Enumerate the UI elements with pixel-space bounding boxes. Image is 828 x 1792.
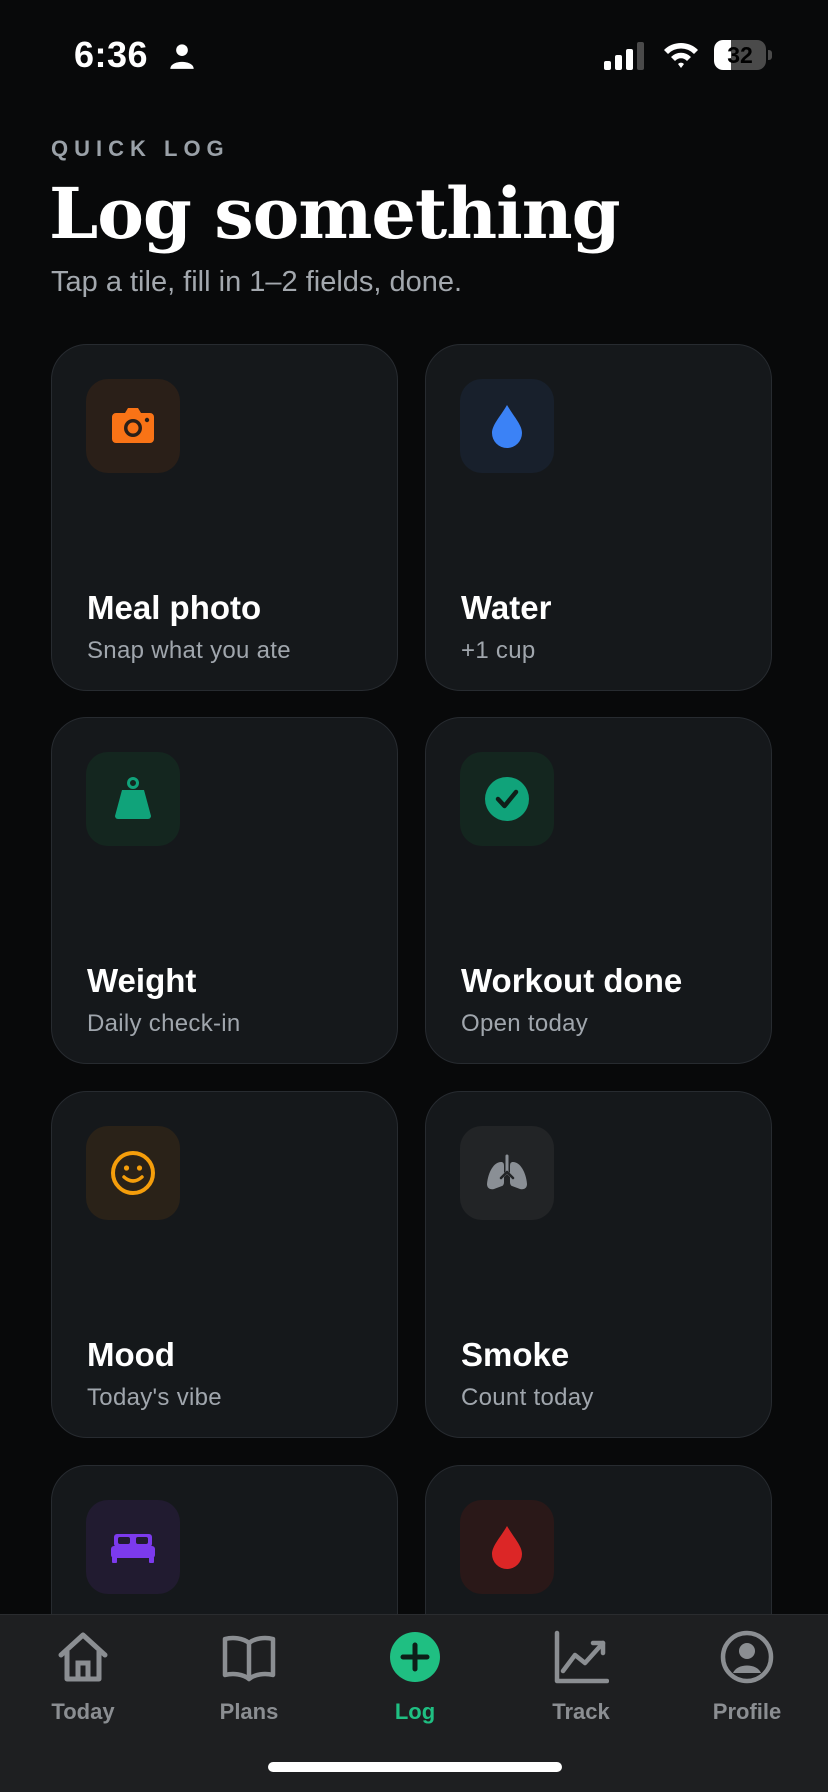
tab-label: Track <box>552 1699 610 1724</box>
tile-water[interactable]: Water +1 cup <box>425 344 772 691</box>
tab-log[interactable]: Log <box>332 1615 498 1735</box>
person-icon <box>170 44 194 69</box>
tile-icon-container <box>460 1126 554 1220</box>
tile-smoke[interactable]: Smoke Count today <box>425 1091 772 1438</box>
check-circle-icon <box>485 777 529 821</box>
water-drop-icon <box>492 405 522 448</box>
profile-icon <box>720 1630 774 1684</box>
cellular-signal-icon <box>604 42 644 70</box>
tab-plans[interactable]: Plans <box>166 1615 332 1735</box>
tab-label: Today <box>51 1699 115 1724</box>
tile-title: Weight <box>87 962 197 999</box>
tile-icon-container <box>460 752 554 846</box>
tile-title: Workout done <box>461 962 683 999</box>
tile-icon-container <box>86 379 180 473</box>
tile-subtitle: Today's vibe <box>87 1384 222 1411</box>
blood-drop-icon <box>492 1526 522 1569</box>
home-indicator[interactable] <box>268 1762 562 1772</box>
tile-icon-container <box>86 1500 180 1594</box>
tile-subtitle: Snap what you ate <box>87 637 291 664</box>
tile-subtitle: Open today <box>461 1010 589 1037</box>
battery-level: 32 <box>727 42 753 68</box>
lungs-icon <box>487 1154 527 1190</box>
tile-subtitle: Daily check-in <box>87 1010 241 1037</box>
page-subtitle: Tap a tile, fill in 1–2 fields, done. <box>51 266 463 298</box>
tab-profile[interactable]: Profile <box>664 1615 828 1735</box>
wifi-icon <box>664 42 698 68</box>
tab-label: Log <box>394 1699 436 1724</box>
status-time: 6:36 <box>74 34 149 75</box>
tile-title: Meal photo <box>87 589 262 626</box>
camera-icon <box>112 408 154 443</box>
section-eyebrow: QUICK LOG <box>51 136 230 161</box>
book-icon <box>222 1635 276 1682</box>
weight-icon <box>115 777 151 819</box>
tile-title: Water <box>461 589 552 626</box>
page-title: Log something <box>49 172 621 255</box>
tab-label: Plans <box>219 1699 279 1724</box>
tab-today[interactable]: Today <box>0 1615 166 1735</box>
tile-workout-done[interactable]: Workout done Open today <box>425 717 772 1064</box>
tab-label: Profile <box>712 1699 782 1724</box>
battery-indicator: 32 <box>714 40 772 70</box>
tab-track[interactable]: Track <box>498 1615 664 1735</box>
tile-mood[interactable]: Mood Today's vibe <box>51 1091 398 1438</box>
tile-icon-container <box>460 379 554 473</box>
tile-icon-container <box>86 1126 180 1220</box>
tile-title: Smoke <box>461 1336 570 1373</box>
tile-subtitle: Count today <box>461 1384 594 1411</box>
tile-subtitle: +1 cup <box>461 637 536 664</box>
tile-meal-photo[interactable]: Meal photo Snap what you ate <box>51 344 398 691</box>
home-icon <box>58 1632 108 1682</box>
status-bar: 6:36 32 <box>0 0 828 110</box>
smiley-icon <box>111 1151 155 1195</box>
tile-weight[interactable]: Weight Daily check-in <box>51 717 398 1064</box>
plus-circle-icon <box>390 1632 440 1682</box>
chart-icon <box>554 1630 609 1684</box>
bed-icon <box>111 1534 155 1563</box>
tile-icon-container <box>86 752 180 846</box>
tile-icon-container <box>460 1500 554 1594</box>
tile-title: Mood <box>87 1336 175 1373</box>
